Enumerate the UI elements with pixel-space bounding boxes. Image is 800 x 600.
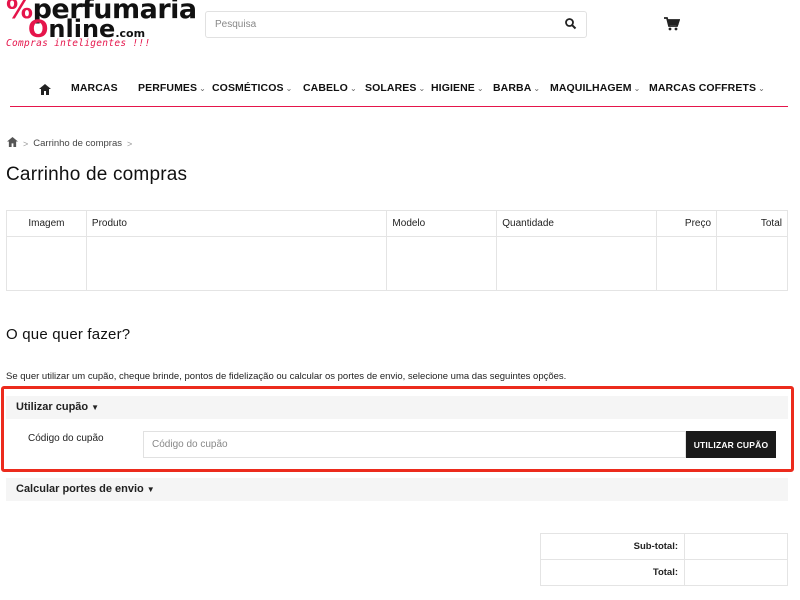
chevron-down-icon: ⌄ (758, 84, 765, 93)
home-icon[interactable] (39, 82, 51, 95)
coupon-label: Código do cupão (28, 433, 104, 444)
coupon-panel-toggle[interactable]: Utilizar cupão ▼ (6, 396, 788, 419)
chevron-down-icon: ⌄ (633, 84, 641, 93)
chevron-down-icon: ⌄ (285, 84, 293, 93)
cart-table: Imagem Produto Modelo Quantidade Preço T… (6, 210, 788, 291)
options-description: Se quer utilizar um cupão, cheque brinde… (6, 371, 567, 382)
cell-total (716, 236, 788, 291)
page-title: Carrinho de compras (6, 164, 188, 185)
subtotal-label: Sub-total: (540, 533, 685, 560)
column-header-price: Preço (656, 210, 718, 237)
table-row (6, 236, 788, 291)
caret-down-icon: ▼ (91, 403, 100, 412)
caret-down-icon: ▼ (146, 485, 155, 494)
nav-item-higiene[interactable]: HIGIENE ⌄ (431, 82, 484, 94)
logo-slogan: Compras inteligentes !!! (6, 38, 151, 49)
apply-coupon-button[interactable]: UTILIZAR CUPÃO (686, 431, 776, 458)
column-header-model: Modelo (386, 210, 498, 237)
breadcrumb-item-cart[interactable]: Carrinho de compras (33, 138, 122, 149)
column-header-image: Imagem (6, 210, 87, 237)
nav-item-barba[interactable]: BARBA ⌄ (493, 82, 540, 94)
totals-table: Sub-total: Total: (540, 533, 788, 586)
column-header-product: Produto (85, 210, 388, 237)
main-nav: MARCAS PERFUMES ⌄ COSMÉTICOS ⌄ CABELO ⌄ SOL… (10, 78, 788, 107)
column-header-total: Total (716, 210, 788, 237)
nav-item-cosmeticos[interactable]: COSMÉTICOS ⌄ (212, 82, 292, 94)
nav-item-marcas[interactable]: MARCAS (71, 82, 118, 94)
breadcrumb-separator: > (23, 138, 29, 149)
cart-icon[interactable] (664, 17, 681, 31)
cell-model (386, 236, 498, 291)
nav-item-perfumes[interactable]: PERFUMES ⌄ (138, 82, 206, 94)
chevron-down-icon: ⌄ (199, 84, 206, 93)
breadcrumb: > Carrinho de compras > (7, 137, 132, 150)
total-label: Total: (540, 559, 685, 586)
column-header-quantity: Quantidade (496, 210, 658, 237)
cell-image (6, 236, 87, 291)
breadcrumb-separator: > (126, 138, 133, 149)
search-box (205, 11, 587, 38)
totals-row-subtotal: Sub-total: (540, 533, 788, 560)
chevron-down-icon: ⌄ (349, 84, 357, 93)
cell-quantity (496, 236, 658, 291)
cell-price (656, 236, 718, 291)
chevron-down-icon: ⌄ (418, 84, 426, 93)
subtotal-value (684, 533, 788, 560)
nav-item-solares[interactable]: SOLARES ⌄ (365, 82, 425, 94)
table-header-row: Imagem Produto Modelo Quantidade Preço T… (6, 210, 788, 237)
search-input[interactable] (206, 12, 546, 37)
total-value (684, 559, 788, 586)
chevron-down-icon: ⌄ (476, 84, 484, 93)
nav-item-marcas-coffrets[interactable]: MARCAS COFFRETS ⌄ (649, 82, 765, 94)
nav-item-maquilhagem[interactable]: MAQUILHAGEM ⌄ (550, 82, 640, 94)
coupon-input[interactable] (143, 431, 686, 458)
totals-row-total: Total: (540, 559, 788, 586)
home-icon[interactable] (7, 137, 18, 150)
site-logo[interactable]: %perfumaria Online.com Compras inteligen… (4, 0, 197, 56)
cell-product (85, 236, 388, 291)
search-icon[interactable] (564, 17, 578, 31)
chevron-down-icon: ⌄ (533, 84, 541, 93)
nav-item-cabelo[interactable]: CABELO ⌄ (303, 82, 357, 94)
shipping-panel-toggle[interactable]: Calcular portes de envio ▼ (6, 478, 788, 501)
options-title: O que quer fazer? (6, 326, 131, 343)
